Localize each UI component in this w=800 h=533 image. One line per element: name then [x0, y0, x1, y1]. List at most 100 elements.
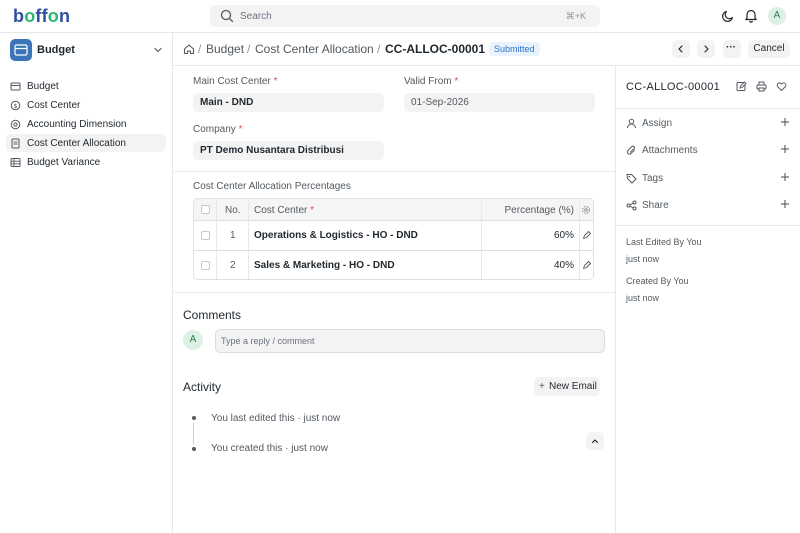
- row-percentage[interactable]: 40%: [484, 260, 574, 271]
- edit-icon[interactable]: [736, 81, 747, 92]
- sidebar-item-budget-variance[interactable]: Budget Variance: [6, 153, 166, 171]
- cancel-button[interactable]: Cancel: [748, 40, 790, 58]
- sidebar-item-cost-center[interactable]: $ Cost Center: [6, 96, 166, 114]
- collapse-activity-button[interactable]: [586, 432, 604, 450]
- column-header-cost-center: Cost Center *: [254, 205, 315, 216]
- more-icon: ···: [726, 42, 736, 53]
- next-record-button[interactable]: [697, 40, 715, 58]
- allocation-grid-title: Cost Center Allocation Percentages: [193, 181, 351, 192]
- cost-center-icon: $: [10, 100, 21, 111]
- record-name: CC-ALLOC-00001: [626, 81, 721, 93]
- created-time: just now: [626, 293, 660, 303]
- app-logo[interactable]: boffon: [13, 6, 70, 27]
- search-bar[interactable]: Search ⌘+K: [210, 5, 600, 27]
- row-percentage[interactable]: 60%: [484, 230, 574, 241]
- add-share-icon[interactable]: [780, 199, 790, 209]
- panel-divider: [616, 225, 800, 226]
- comment-input[interactable]: Type a reply / comment: [215, 329, 605, 353]
- search-shortcut: ⌘+K: [565, 11, 586, 21]
- column-divider: [216, 199, 217, 279]
- breadcrumb-budget[interactable]: Budget: [206, 42, 244, 56]
- breadcrumb-separator: /: [377, 42, 381, 56]
- tags-label: Tags: [642, 173, 664, 184]
- activity-item: You created this · just now: [211, 443, 328, 454]
- like-heart-icon[interactable]: [776, 81, 787, 92]
- share-icon: [626, 200, 637, 211]
- column-header-percentage: Percentage (%): [504, 205, 574, 216]
- column-divider: [579, 199, 580, 279]
- form-main: Main Cost Center * Main - DND Valid From…: [173, 66, 616, 533]
- row-checkbox[interactable]: [201, 231, 210, 240]
- edit-row-icon[interactable]: [582, 231, 591, 240]
- sidebar-item-cost-center-allocation[interactable]: Cost Center Allocation: [6, 134, 166, 152]
- table-row[interactable]: 2 Sales & Marketing - HO - DND 40%: [194, 251, 593, 279]
- print-icon[interactable]: [756, 81, 767, 92]
- attachments-action[interactable]: Attachments: [626, 144, 790, 158]
- page-title: CC-ALLOC-00001: [385, 42, 486, 56]
- page-header: / Budget / Cost Center Allocation / CC-A…: [173, 33, 800, 66]
- add-assign-icon[interactable]: [780, 117, 790, 127]
- workspace-icon: [10, 39, 32, 61]
- tags-action[interactable]: Tags: [626, 172, 790, 186]
- last-edited-label[interactable]: Last Edited By You: [626, 237, 702, 247]
- breadcrumb-cost-center-allocation[interactable]: Cost Center Allocation: [255, 42, 374, 56]
- valid-from-field[interactable]: 01-Sep-2026: [404, 93, 595, 112]
- accounting-dimension-icon: [10, 119, 21, 130]
- more-actions-button[interactable]: ···: [723, 40, 741, 58]
- section-divider: [173, 292, 616, 293]
- main-cost-center-field[interactable]: Main - DND: [193, 93, 384, 112]
- add-tag-icon[interactable]: [780, 172, 790, 182]
- sidebar-item-accounting-dimension[interactable]: Accounting Dimension: [6, 115, 166, 133]
- attachments-label: Attachments: [642, 145, 698, 156]
- comment-avatar: A: [183, 330, 203, 350]
- search-placeholder: Search: [240, 11, 272, 22]
- sidebar-item-budget[interactable]: Budget: [6, 77, 166, 95]
- plus-icon: +: [539, 381, 545, 392]
- row-checkbox[interactable]: [201, 261, 210, 270]
- select-all-checkbox[interactable]: [201, 205, 210, 214]
- breadcrumb-separator: /: [247, 42, 251, 56]
- notification-bell-icon[interactable]: [744, 8, 758, 23]
- comment-placeholder: Type a reply / comment: [221, 336, 315, 346]
- home-icon[interactable]: [183, 43, 195, 55]
- dark-mode-toggle-icon[interactable]: [721, 9, 735, 23]
- status-badge: Submitted: [489, 42, 540, 56]
- workspace-switcher[interactable]: Budget: [10, 39, 165, 61]
- assign-label: Assign: [642, 118, 673, 129]
- comments-title: Comments: [183, 308, 242, 322]
- last-edited-time: just now: [626, 254, 660, 264]
- breadcrumb-separator: /: [198, 42, 202, 56]
- row-number: 2: [230, 260, 236, 271]
- table-icon: [10, 157, 21, 168]
- share-label: Share: [642, 200, 669, 211]
- column-divider: [481, 199, 482, 279]
- column-header-no: No.: [225, 205, 241, 216]
- tag-icon: [626, 173, 637, 184]
- company-label: Company *: [193, 124, 243, 135]
- chevron-down-icon: [153, 46, 163, 54]
- valid-from-label: Valid From *: [404, 76, 459, 87]
- sidebar-item-label: Budget Variance: [27, 157, 101, 168]
- table-header: No. Cost Center * Percentage (%): [194, 199, 593, 221]
- previous-record-button[interactable]: [672, 40, 690, 58]
- created-label[interactable]: Created By You: [626, 276, 689, 286]
- company-field[interactable]: PT Demo Nusantara Distribusi: [193, 141, 384, 160]
- edit-row-icon[interactable]: [582, 261, 591, 270]
- add-attachment-icon[interactable]: [780, 144, 790, 154]
- assign-action[interactable]: Assign: [626, 117, 790, 131]
- share-action[interactable]: Share: [626, 199, 790, 213]
- assign-icon: [626, 118, 637, 129]
- section-divider: [173, 171, 616, 172]
- row-number: 1: [230, 230, 236, 241]
- user-avatar[interactable]: A: [768, 7, 786, 25]
- settings-gear-icon[interactable]: [581, 205, 591, 215]
- new-email-button[interactable]: + New Email: [534, 377, 600, 396]
- sidebar-item-label: Budget: [27, 81, 59, 92]
- table-row[interactable]: 1 Operations & Logistics - HO - DND 60%: [194, 221, 593, 251]
- sidebar-right: CC-ALLOC-00001 Assign Attachments Tags S…: [616, 66, 800, 533]
- timeline-dot: [192, 447, 196, 451]
- row-cost-center[interactable]: Operations & Logistics - HO - DND: [254, 230, 418, 241]
- panel-divider: [616, 108, 800, 109]
- row-cost-center[interactable]: Sales & Marketing - HO - DND: [254, 260, 395, 271]
- main-cost-center-label: Main Cost Center *: [193, 76, 278, 87]
